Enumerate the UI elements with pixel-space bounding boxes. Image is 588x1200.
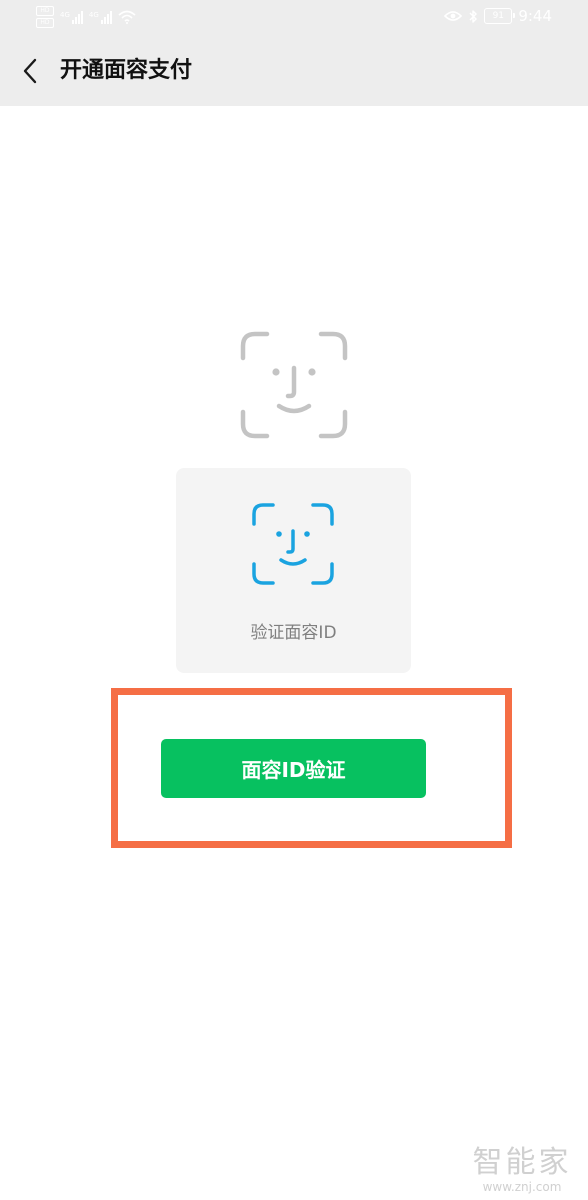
eye-icon — [444, 11, 463, 21]
battery-icon: 91 — [484, 8, 516, 24]
watermark: 智能家 www.znj.com — [466, 1145, 578, 1195]
face-id-verify-card[interactable]: 验证面容ID — [176, 468, 411, 673]
face-id-icon — [240, 331, 348, 439]
status-time: 9:44 — [518, 7, 552, 25]
back-button[interactable] — [12, 50, 48, 92]
watermark-logo: 智能家 — [472, 1145, 572, 1180]
status-right: 91 9:44 — [444, 7, 552, 25]
nav-bar: 开通面容支付 — [0, 36, 588, 106]
status-bar: HD HD 4G 4G 91 9:44 — [0, 0, 588, 36]
signal-icon: 4G — [60, 10, 83, 24]
chevron-left-icon — [23, 58, 37, 84]
network-type-label: 4G — [88, 10, 99, 19]
face-id-card-label: 验证面容ID — [250, 623, 337, 643]
page-title: 开通面容支付 — [60, 58, 193, 83]
network-type-label: 4G — [60, 10, 70, 19]
hd-badge: HD — [36, 6, 54, 16]
bluetooth-icon — [469, 9, 478, 23]
face-id-verify-button[interactable]: 面容ID验证 — [161, 739, 426, 798]
status-left: HD HD 4G 4G — [36, 6, 136, 28]
face-id-icon — [252, 503, 334, 585]
hd-badge: HD — [36, 18, 54, 28]
battery-level: 91 — [492, 11, 505, 21]
signal-icon: 4G — [88, 10, 112, 24]
watermark-url: www.znj.com — [482, 1180, 562, 1194]
wifi-icon — [118, 10, 136, 24]
hd-indicators: HD HD — [36, 6, 54, 28]
